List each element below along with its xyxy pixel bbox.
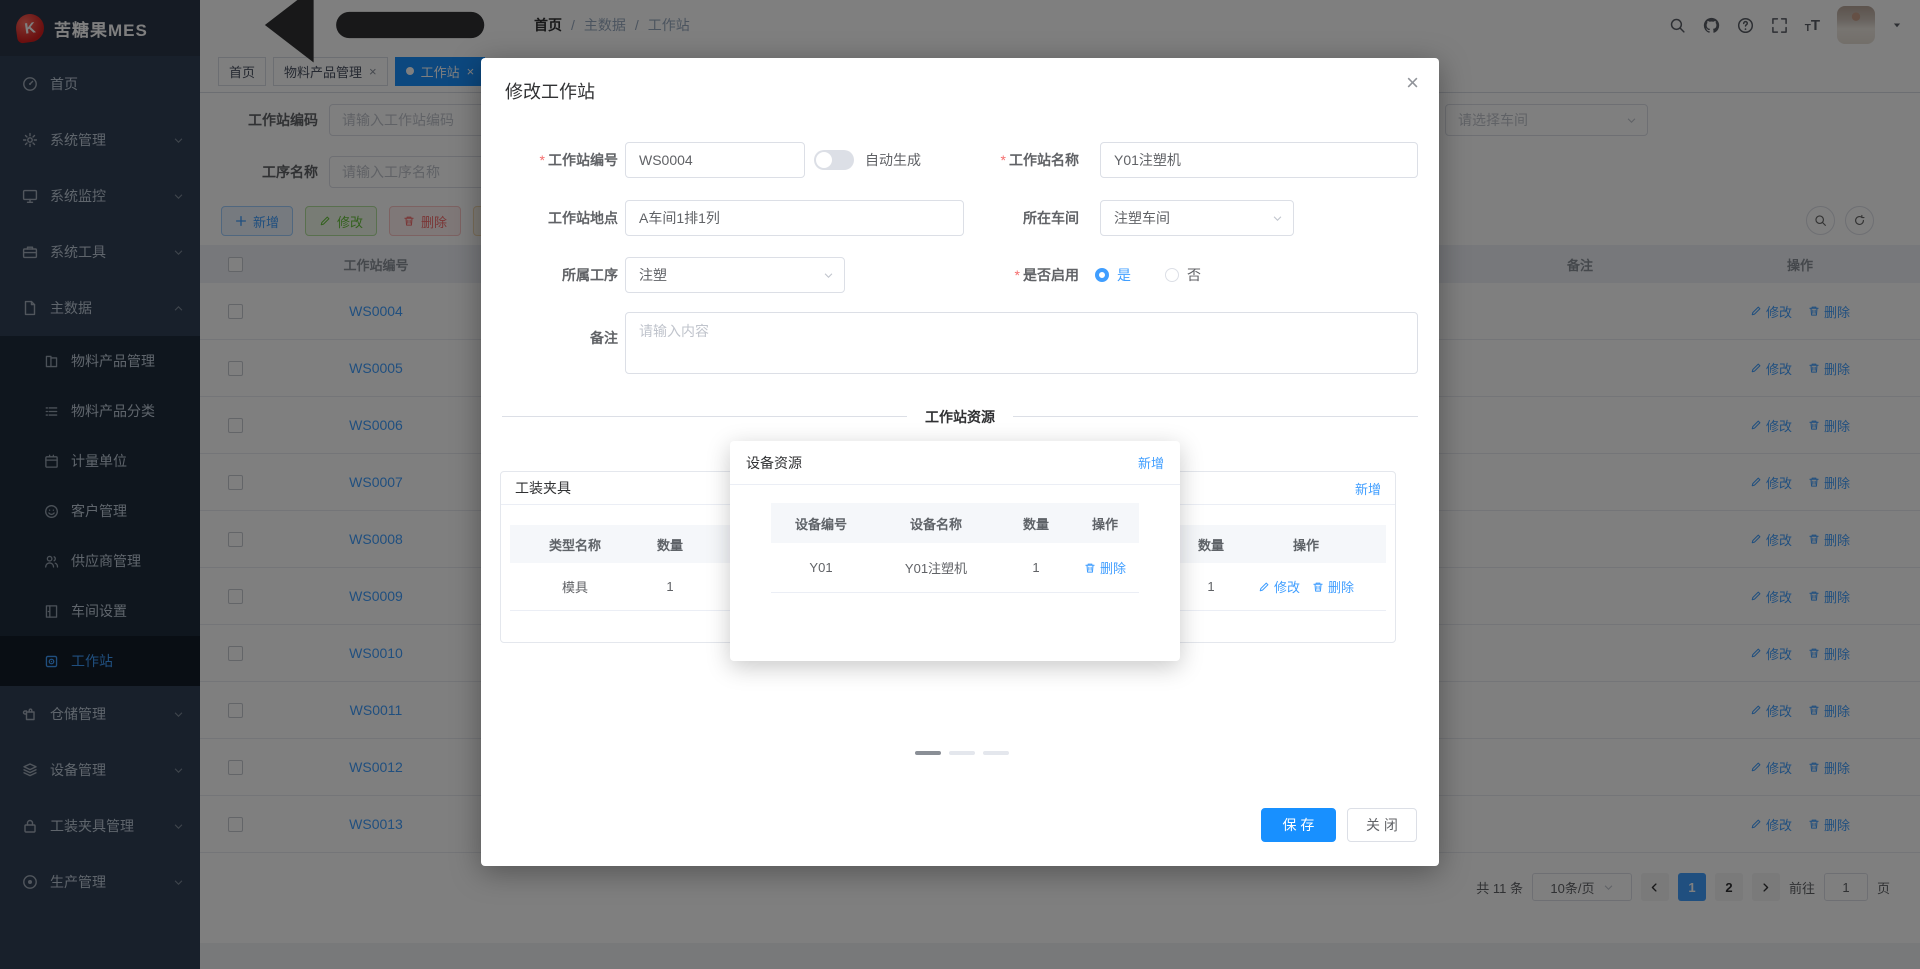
remark-field[interactable]: [625, 312, 1418, 374]
chevron-down-icon: [823, 270, 834, 281]
device-row: Y01 Y01注塑机 1 删除: [771, 543, 1139, 593]
device-resource-popover: 设备资源 新增 设备编号 设备名称 数量 操作 Y01 Y01注塑机 1 删除: [730, 441, 1180, 661]
auto-generate-toggle[interactable]: [814, 150, 854, 170]
workshop-field-select[interactable]: 注塑车间: [1100, 200, 1294, 236]
device-popover-title: 设备资源: [746, 454, 802, 471]
process-field-select[interactable]: 注塑: [625, 257, 845, 293]
close-button[interactable]: 关 闭: [1347, 808, 1417, 842]
name-field-label: * 工作站名称: [1000, 152, 1079, 168]
right-card-add-link[interactable]: 新增: [1355, 479, 1381, 498]
device-table: 设备编号 设备名称 数量 操作 Y01 Y01注塑机 1 删除: [771, 503, 1139, 593]
modal-title: 修改工作站: [505, 82, 595, 102]
remark-field-label: 备注: [590, 330, 618, 346]
auto-generate-label: 自动生成: [865, 152, 921, 168]
trash-icon: [1312, 581, 1324, 593]
fixture-card-title: 工装夹具: [515, 480, 571, 496]
trash-icon: [1084, 562, 1096, 574]
workstation-code-field[interactable]: [625, 142, 805, 178]
device-add-link[interactable]: 新增: [1138, 453, 1164, 472]
edit-workstation-modal: 修改工作站 × *工作站编号 自动生成 *工作站名称 工作站地点 所在车间 注塑…: [481, 58, 1439, 866]
carousel-dot-3[interactable]: [983, 751, 1009, 755]
enabled-field-label: * 是否启用: [1014, 267, 1079, 283]
enabled-radio-group: 是 否: [1095, 257, 1201, 293]
right-card-edit-link[interactable]: 修改: [1258, 577, 1300, 596]
location-field-label: 工作站地点: [548, 210, 618, 226]
device-delete-link[interactable]: 删除: [1084, 558, 1126, 577]
chevron-down-icon: [1272, 213, 1283, 224]
carousel-dot-1[interactable]: [915, 751, 941, 755]
modal-close-icon[interactable]: ×: [1406, 72, 1419, 94]
save-button[interactable]: 保 存: [1261, 808, 1336, 842]
workstation-location-field[interactable]: [625, 200, 964, 236]
radio-no[interactable]: 否: [1165, 265, 1201, 285]
resources-divider: 工作站资源: [502, 407, 1418, 427]
carousel-dot-2[interactable]: [949, 751, 975, 755]
process-field-label: 所属工序: [562, 267, 618, 283]
workshop-field-label: 所在车间: [1023, 210, 1079, 226]
carousel-indicators: [915, 751, 1009, 755]
workstation-name-field[interactable]: [1100, 142, 1418, 178]
code-field-label: * 工作站编号: [539, 152, 618, 168]
radio-yes[interactable]: 是: [1095, 265, 1131, 285]
pencil-icon: [1258, 581, 1270, 593]
right-card-delete-link[interactable]: 删除: [1312, 577, 1354, 596]
